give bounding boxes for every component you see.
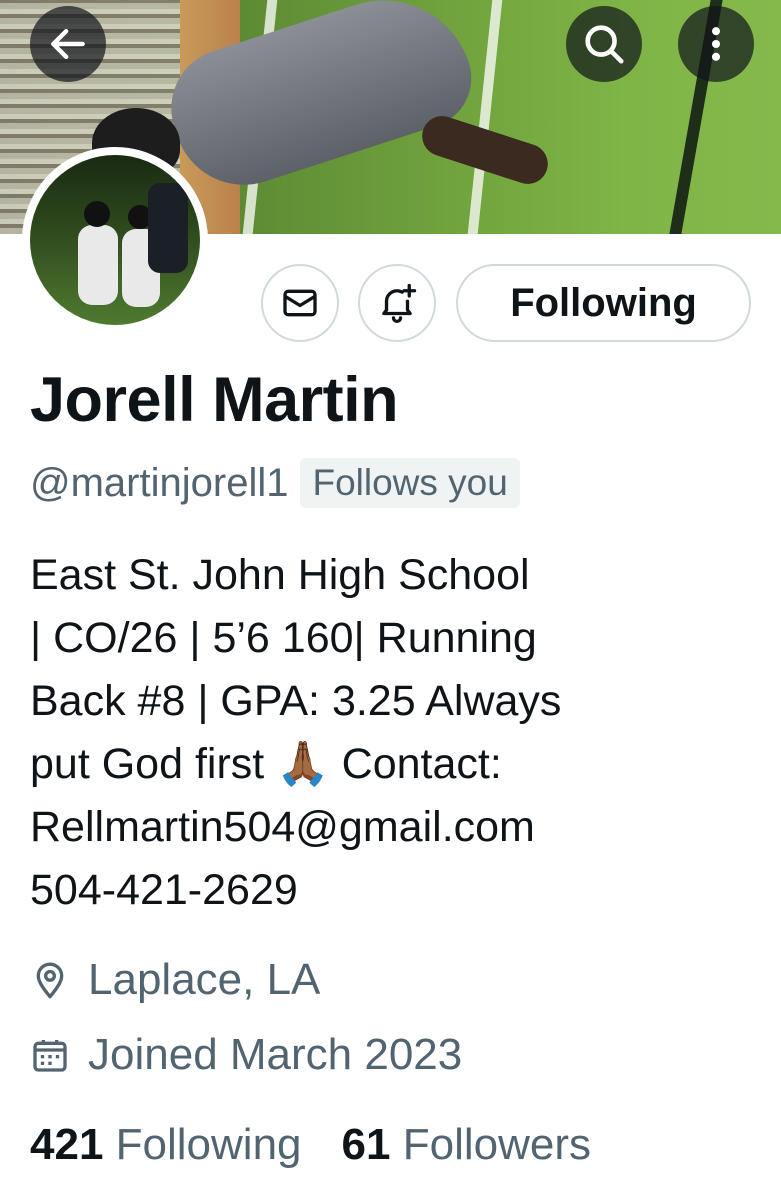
search-button[interactable]: [566, 6, 642, 82]
profile-name: Jorell Martin: [30, 365, 399, 435]
bell-plus-icon: [382, 283, 417, 324]
bio-line: Back #8 | GPA: 3.25 Always: [30, 677, 562, 725]
bio-email-link[interactable]: Rellmartin504@gmail.com: [30, 796, 750, 859]
following-label: Following: [115, 1120, 302, 1169]
profile-handle: @martinjorell1: [30, 460, 289, 505]
followers-label: Followers: [402, 1120, 591, 1169]
profile-bio: East St. John High School | CO/26 | 5’6 …: [30, 544, 750, 922]
avatar-image: [30, 155, 200, 325]
avatar-helmet: [84, 201, 110, 227]
joined-text: Joined March 2023: [88, 1030, 463, 1079]
bio-line: East St. John High School: [30, 551, 530, 599]
following-stat-link[interactable]: 421 Following: [30, 1120, 302, 1170]
envelope-icon: [283, 289, 317, 317]
handle-row: @martinjorell1 Follows you: [30, 456, 520, 510]
following-count: 421: [30, 1120, 104, 1169]
following-button[interactable]: Following: [456, 264, 751, 342]
banner-field-line: [467, 0, 503, 234]
notifications-button[interactable]: [358, 264, 436, 342]
avatar-figure: [78, 225, 118, 305]
location-pin-icon: [36, 962, 64, 999]
message-button[interactable]: [261, 264, 339, 342]
more-options-button[interactable]: [678, 6, 754, 82]
followers-count: 61: [341, 1120, 391, 1169]
bio-line: | CO/26 | 5’6 160| Running: [30, 614, 537, 662]
calendar-icon: [33, 1040, 67, 1072]
joined-row: Joined March 2023: [30, 1030, 462, 1080]
more-vertical-icon: [711, 27, 721, 61]
profile-stats: 421 Following 61 Followers: [30, 1120, 631, 1170]
location-row: Laplace, LA: [30, 955, 320, 1005]
search-icon: [585, 25, 624, 64]
arrow-left-icon: [51, 28, 85, 60]
avatar[interactable]: [22, 147, 208, 333]
location-text: Laplace, LA: [88, 955, 321, 1004]
avatar-figure: [148, 183, 188, 273]
followers-stat-link[interactable]: 61 Followers: [342, 1120, 591, 1170]
follows-you-badge: Follows you: [300, 458, 520, 508]
bio-line: put God first 🙏🏾 Contact:: [30, 740, 502, 788]
back-button[interactable]: [30, 6, 106, 82]
bio-phone: 504-421-2629: [30, 866, 298, 914]
